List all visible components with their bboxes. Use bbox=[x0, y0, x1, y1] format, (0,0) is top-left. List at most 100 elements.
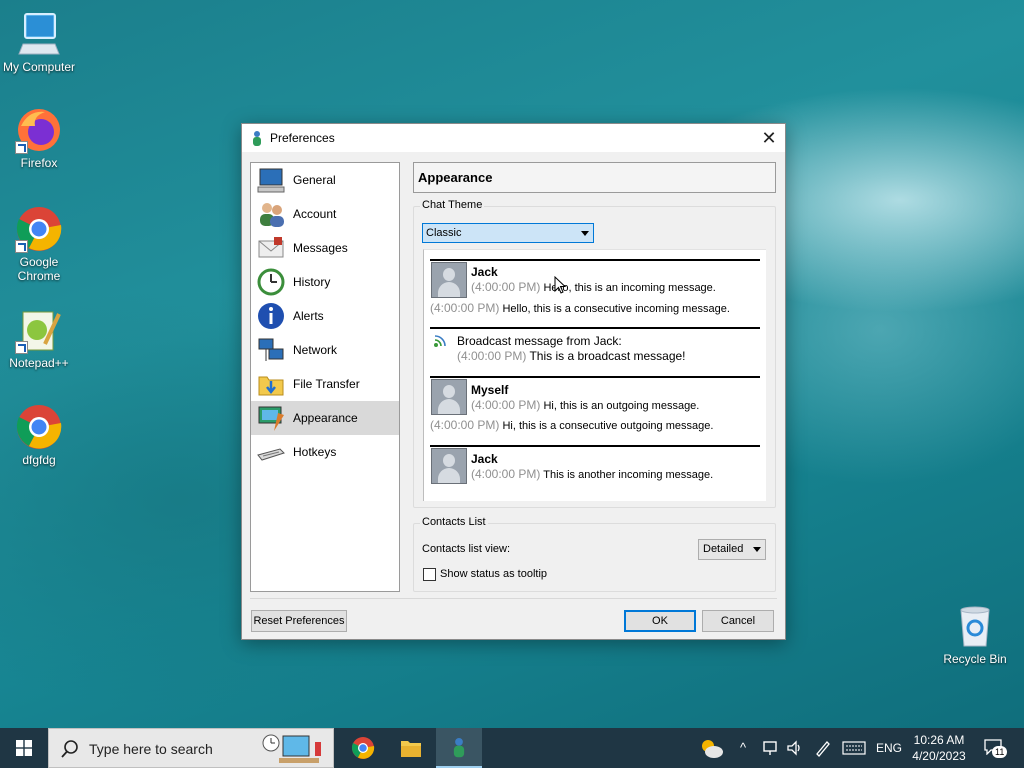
taskbar-chrome[interactable] bbox=[340, 728, 386, 768]
message-time: (4:00:00 PM) bbox=[471, 280, 541, 294]
chat-theme-preview: Jack (4:00:00 PM) Hello, this is an inco… bbox=[423, 249, 766, 501]
contacts-view-dropdown[interactable]: Detailed bbox=[698, 539, 766, 560]
desktop-icon-label: Firefox bbox=[20, 156, 58, 170]
message-time: (4:00:00 PM) bbox=[471, 398, 541, 412]
nav-label: Appearance bbox=[293, 411, 358, 425]
desktop-icon-my-computer[interactable]: My Computer bbox=[0, 10, 78, 74]
appearance-icon bbox=[258, 406, 284, 431]
desktop-icon-dfgfdg[interactable]: dfgfdg bbox=[0, 403, 78, 467]
notepad-plus-plus-icon bbox=[15, 306, 63, 354]
clock-date: 4/20/2023 bbox=[912, 749, 966, 763]
nav-item-appearance[interactable]: Appearance bbox=[251, 401, 399, 435]
folder-icon bbox=[401, 741, 421, 757]
chrome-icon bbox=[351, 737, 375, 759]
volume-icon[interactable] bbox=[786, 740, 804, 756]
show-status-tooltip-label[interactable]: Show status as tooltip bbox=[440, 568, 547, 580]
avatar bbox=[431, 448, 467, 484]
message-time: (4:00:00 PM) bbox=[457, 349, 527, 363]
section-title: Appearance bbox=[418, 170, 493, 185]
close-icon: ✕ bbox=[761, 128, 777, 148]
message-text: This is a broadcast message! bbox=[529, 349, 686, 363]
notification-center-button[interactable]: 11 bbox=[980, 736, 1010, 760]
taskbar: Type here to search ^ ENG 10:26 AM 4/20/… bbox=[0, 728, 1024, 768]
nav-item-hotkeys[interactable]: Hotkeys bbox=[251, 435, 399, 469]
windows-logo-icon bbox=[16, 740, 32, 756]
app-icon bbox=[453, 738, 465, 758]
broadcast-icon bbox=[434, 335, 446, 347]
monitor-icon bbox=[257, 168, 285, 193]
nav-label: Hotkeys bbox=[293, 445, 337, 459]
info-icon bbox=[258, 303, 284, 329]
folder-icon bbox=[258, 376, 284, 396]
shortcut-arrow-icon bbox=[15, 341, 28, 354]
message-text: This is another incoming message. bbox=[543, 469, 714, 481]
title-bar[interactable]: Preferences ✕ bbox=[242, 124, 785, 152]
desktop-icon-notepad-plus-plus[interactable]: Notepad++ bbox=[0, 306, 78, 370]
language-indicator[interactable]: ENG bbox=[876, 741, 902, 755]
nav-label: File Transfer bbox=[293, 377, 360, 391]
recycle-bin-icon bbox=[951, 602, 999, 650]
pen-icon[interactable] bbox=[814, 739, 832, 757]
message-line: (4:00:00 PM) Hi, this is a consecutive o… bbox=[430, 418, 713, 432]
clock-icon bbox=[257, 268, 285, 296]
nav-item-general[interactable]: General bbox=[251, 163, 399, 197]
chat-theme-value: Classic bbox=[426, 227, 462, 239]
sender-name: Jack bbox=[471, 452, 498, 466]
taskbar-chat-app[interactable] bbox=[436, 728, 482, 768]
start-button[interactable] bbox=[0, 728, 48, 768]
cancel-button[interactable]: Cancel bbox=[702, 610, 774, 632]
message-time: (4:00:00 PM) bbox=[471, 467, 541, 481]
chrome-icon bbox=[15, 403, 63, 451]
nav-label: Account bbox=[293, 207, 337, 221]
nav-item-file-transfer[interactable]: File Transfer bbox=[251, 367, 399, 401]
computer-icon bbox=[15, 10, 63, 58]
preferences-dialog: Preferences ✕ General Account Messages H… bbox=[241, 123, 786, 640]
network-status-icon[interactable] bbox=[762, 740, 780, 756]
show-status-tooltip-checkbox[interactable] bbox=[423, 568, 436, 581]
contacts-view-label: Contacts list view: bbox=[422, 543, 511, 555]
search-icon bbox=[61, 740, 78, 758]
nav-item-messages[interactable]: Messages bbox=[251, 231, 399, 265]
taskbar-file-explorer[interactable] bbox=[388, 728, 434, 768]
message-divider bbox=[430, 259, 760, 261]
message-line: (4:00:00 PM) Hi, this is an outgoing mes… bbox=[471, 398, 699, 412]
desktop-icon-google-chrome[interactable]: Google Chrome bbox=[0, 205, 78, 283]
nav-item-history[interactable]: History bbox=[251, 265, 399, 299]
footer-divider bbox=[250, 598, 777, 599]
chevron-down-icon bbox=[581, 231, 589, 236]
message-text: Hello, this is an incoming message. bbox=[543, 282, 716, 294]
sender-name: Jack bbox=[471, 265, 498, 279]
chrome-icon bbox=[15, 205, 63, 253]
taskbar-search-box[interactable]: Type here to search bbox=[48, 728, 334, 768]
desktop-icon-label: Google Chrome bbox=[17, 255, 61, 283]
chat-theme-dropdown[interactable]: Classic bbox=[422, 223, 594, 243]
message-divider bbox=[430, 445, 760, 447]
desktop-icon-recycle-bin[interactable]: Recycle Bin bbox=[936, 602, 1014, 666]
dialog-title: Preferences bbox=[270, 131, 335, 145]
message-divider bbox=[430, 327, 760, 329]
contacts-view-value: Detailed bbox=[703, 543, 744, 555]
nav-item-alerts[interactable]: Alerts bbox=[251, 299, 399, 333]
message-text: Hi, this is an outgoing message. bbox=[543, 400, 700, 412]
nav-label: History bbox=[293, 275, 331, 289]
mouse-cursor-icon bbox=[554, 276, 566, 294]
users-icon bbox=[260, 203, 284, 227]
nav-label: Messages bbox=[293, 241, 348, 255]
nav-item-account[interactable]: Account bbox=[251, 197, 399, 231]
ok-button[interactable]: OK bbox=[624, 610, 696, 632]
message-line: (4:00:00 PM) This is a broadcast message… bbox=[457, 349, 686, 363]
keyboard-icon[interactable] bbox=[842, 741, 866, 755]
message-line: (4:00:00 PM) Hello, this is an incoming … bbox=[471, 280, 716, 294]
reset-preferences-button[interactable]: Reset Preferences bbox=[251, 610, 347, 632]
notification-count-badge: 11 bbox=[992, 746, 1008, 758]
desktop-icon-label: dfgfdg bbox=[22, 453, 56, 467]
desktop-icon-firefox[interactable]: Firefox bbox=[0, 106, 78, 170]
close-button[interactable]: ✕ bbox=[753, 124, 785, 152]
nav-item-network[interactable]: Network bbox=[251, 333, 399, 367]
weather-icon[interactable] bbox=[698, 736, 724, 760]
chevron-up-icon[interactable]: ^ bbox=[740, 740, 746, 755]
firefox-icon bbox=[15, 106, 63, 154]
message-divider bbox=[430, 376, 760, 378]
message-line: (4:00:00 PM) This is another incoming me… bbox=[471, 467, 713, 481]
clock[interactable]: 10:26 AM 4/20/2023 bbox=[904, 732, 974, 764]
